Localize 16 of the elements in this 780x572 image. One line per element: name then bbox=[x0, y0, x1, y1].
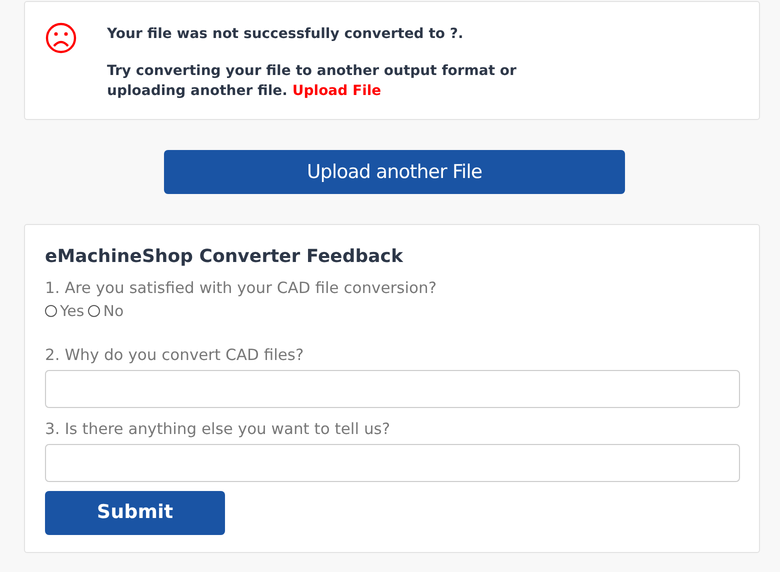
radio-button[interactable] bbox=[45, 305, 57, 318]
option-label: No bbox=[103, 301, 124, 322]
upload-file-link[interactable]: Upload File bbox=[292, 83, 382, 99]
radio-button[interactable] bbox=[88, 305, 100, 318]
error-message: Your file was not successfully converted to ?. bbox=[107, 25, 464, 44]
feedback-title: eMachineShop Converter Feedback bbox=[45, 245, 404, 269]
question-label: 1. Are you satisfied with your CAD file conversion? bbox=[45, 278, 438, 299]
sad-face-icon bbox=[45, 22, 77, 54]
text-field[interactable] bbox=[45, 370, 740, 408]
help-text: Try converting your file to another output format or uploading another file. Upload File bbox=[107, 62, 518, 101]
option-label: Yes bbox=[60, 301, 84, 322]
text-field[interactable] bbox=[45, 444, 740, 482]
question-label: 3. Is there anything else you want to tell us? bbox=[45, 418, 392, 440]
upload-another-file-button[interactable]: Upload another File bbox=[164, 150, 625, 194]
submit-button[interactable]: Submit bbox=[45, 490, 225, 534]
question-label: 2. Why do you convert CAD files? bbox=[45, 344, 305, 366]
